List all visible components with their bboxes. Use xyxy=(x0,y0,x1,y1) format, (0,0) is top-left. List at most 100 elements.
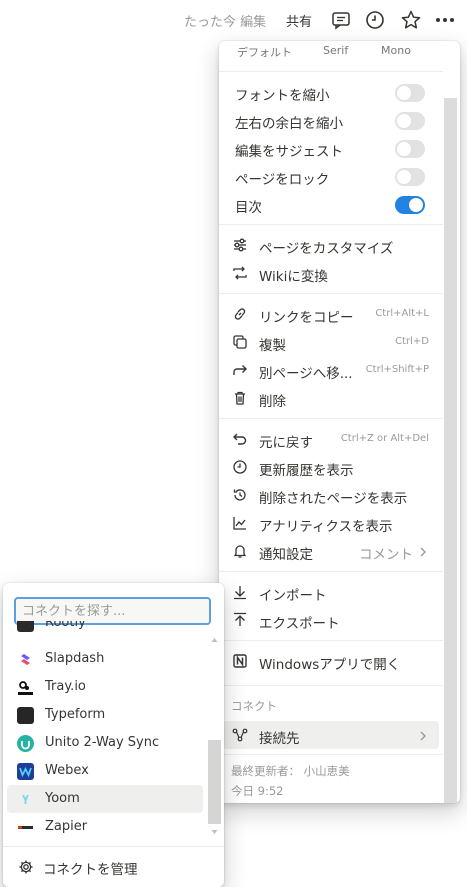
deleted-pages-label: 削除されたページを表示 xyxy=(259,491,408,507)
toggle-row-small-text[interactable]: フォントを縮小 xyxy=(219,78,443,106)
duplicate-icon xyxy=(232,334,248,350)
convert-icon xyxy=(232,265,248,281)
deleted-pages-item[interactable]: 削除されたページを表示 xyxy=(219,481,443,509)
connections-scroll-thumb[interactable] xyxy=(208,740,221,824)
connect-section-label: コネクト xyxy=(231,699,277,713)
export-icon xyxy=(232,612,248,628)
move-to-label: 別ページへ移... xyxy=(259,366,353,382)
undo-item[interactable]: 元に戻す Ctrl+Z or Alt+Del xyxy=(219,425,443,453)
analytics-label: アナリティクスを表示 xyxy=(259,519,393,535)
open-in-app-item[interactable]: Windowsアプリで開く xyxy=(219,647,443,675)
connection-item-unito[interactable]: Unito 2-Way Sync xyxy=(7,729,203,757)
import-item[interactable]: インポート xyxy=(219,578,443,606)
import-label: インポート xyxy=(259,588,327,604)
font-option-default[interactable]: デフォルト xyxy=(237,44,292,60)
connection-item-rootly[interactable]: Rootly xyxy=(7,621,203,641)
connection-item-typeform[interactable]: Typeform xyxy=(7,701,203,729)
full-width-toggle[interactable] xyxy=(395,112,425,130)
connection-name: Webex xyxy=(45,763,89,778)
trash-icon xyxy=(232,390,248,406)
move-to-item[interactable]: 別ページへ移... Ctrl+Shift+P xyxy=(219,356,443,384)
connection-item-slapdash[interactable]: Slapdash xyxy=(7,645,203,673)
divider xyxy=(219,418,443,419)
connections-item[interactable]: 接続先 xyxy=(223,721,439,749)
last-edited-by: 最終更新者： 小山恵美 xyxy=(231,764,350,778)
restore-icon xyxy=(232,487,248,503)
toc-toggle[interactable] xyxy=(395,196,425,214)
toggle-row-toc[interactable]: 目次 xyxy=(219,190,443,218)
connection-name: Unito 2-Way Sync xyxy=(45,735,160,750)
connection-item-tray-io[interactable]: Tray.io xyxy=(7,673,203,701)
page-options-menu: デフォルト Serif Mono フォントを縮小 左右の余白を縮小 編集をサジェ… xyxy=(219,41,460,803)
connection-item-webex[interactable]: Webex xyxy=(7,757,203,785)
toggle-row-lock-page[interactable]: ページをロック xyxy=(219,162,443,190)
export-label: エクスポート xyxy=(259,616,340,632)
toggle-row-suggest-edits[interactable]: 編集をサジェスト xyxy=(219,134,443,162)
manage-connections-item[interactable]: コネクトを管理 xyxy=(3,853,224,881)
connection-item-zapier[interactable]: Zapier xyxy=(7,813,203,841)
share-button[interactable]: 共有 xyxy=(286,11,312,30)
connections-submenu: Rootly Slapdash Tray.io Typeform Unito 2… xyxy=(3,583,224,887)
divider xyxy=(219,754,443,755)
font-option-serif[interactable]: Serif xyxy=(323,44,348,57)
divider xyxy=(219,71,443,72)
analytics-item[interactable]: アナリティクスを表示 xyxy=(219,509,443,537)
comment-icon[interactable] xyxy=(330,9,352,31)
connection-name: Rootly xyxy=(45,621,86,630)
clock-icon xyxy=(232,459,248,475)
notion-logo-icon xyxy=(232,653,248,669)
divider xyxy=(219,571,443,572)
toggle-label: 編集をサジェスト xyxy=(235,144,343,160)
star-icon[interactable] xyxy=(400,9,422,31)
menu-scrollbar[interactable] xyxy=(444,98,457,803)
copy-link-shortcut: Ctrl+Alt+L xyxy=(375,308,429,319)
connection-name: Slapdash xyxy=(45,651,105,666)
divider xyxy=(219,640,443,641)
page-history-item[interactable]: 更新履歴を表示 xyxy=(219,453,443,481)
duplicate-shortcut: Ctrl+D xyxy=(395,336,429,347)
page-history-label: 更新履歴を表示 xyxy=(259,463,354,479)
export-item[interactable]: エクスポート xyxy=(219,606,443,634)
notification-settings-item[interactable]: 通知設定 コメント xyxy=(219,537,443,565)
lock-page-toggle[interactable] xyxy=(395,168,425,186)
divider xyxy=(219,685,443,686)
clock-icon[interactable] xyxy=(364,9,386,31)
connection-item-yoom[interactable]: Yoom xyxy=(7,785,203,813)
font-option-mono[interactable]: Mono xyxy=(381,44,411,57)
delete-item[interactable]: 削除 xyxy=(219,384,443,412)
bell-icon xyxy=(232,543,248,559)
slapdash-logo-icon xyxy=(17,651,34,668)
move-arrow-icon xyxy=(232,362,248,378)
duplicate-item[interactable]: 複製 Ctrl+D xyxy=(219,328,443,356)
undo-label: 元に戻す xyxy=(259,435,313,451)
copy-link-item[interactable]: リンクをコピー Ctrl+Alt+L xyxy=(219,300,443,328)
connection-name: Zapier xyxy=(45,819,88,834)
tray-io-logo-icon xyxy=(17,679,34,696)
top-bar: たった今 編集 共有 xyxy=(0,0,467,40)
toggle-row-full-width[interactable]: 左右の余白を縮小 xyxy=(219,106,443,134)
suggest-edits-toggle[interactable] xyxy=(395,140,425,158)
divider xyxy=(219,224,443,225)
chevron-right-icon xyxy=(417,544,429,558)
notification-settings-value: コメント xyxy=(359,547,413,563)
customize-page-label: ページをカスタマイズ xyxy=(259,241,394,257)
connections-icon xyxy=(232,727,248,743)
toggle-label: 左右の余白を縮小 xyxy=(235,116,343,132)
last-edited-time: 今日 9:52 xyxy=(231,784,284,798)
small-text-toggle[interactable] xyxy=(395,84,425,102)
more-icon[interactable] xyxy=(434,9,456,31)
sliders-icon xyxy=(232,237,248,253)
chevron-right-icon xyxy=(417,728,429,742)
divider xyxy=(219,293,443,294)
analytics-icon xyxy=(232,515,248,531)
yoom-logo-icon xyxy=(17,791,34,808)
delete-label: 削除 xyxy=(259,394,286,410)
turn-into-wiki-item[interactable]: Wikiに変換 xyxy=(219,259,443,287)
move-to-shortcut: Ctrl+Shift+P xyxy=(365,364,429,375)
notification-settings-label: 通知設定 xyxy=(259,547,313,563)
connection-name: Yoom xyxy=(45,791,80,806)
undo-icon xyxy=(232,431,248,447)
copy-link-label: リンクをコピー xyxy=(259,310,354,326)
customize-page-item[interactable]: ページをカスタマイズ xyxy=(219,231,443,259)
link-icon xyxy=(232,306,248,322)
